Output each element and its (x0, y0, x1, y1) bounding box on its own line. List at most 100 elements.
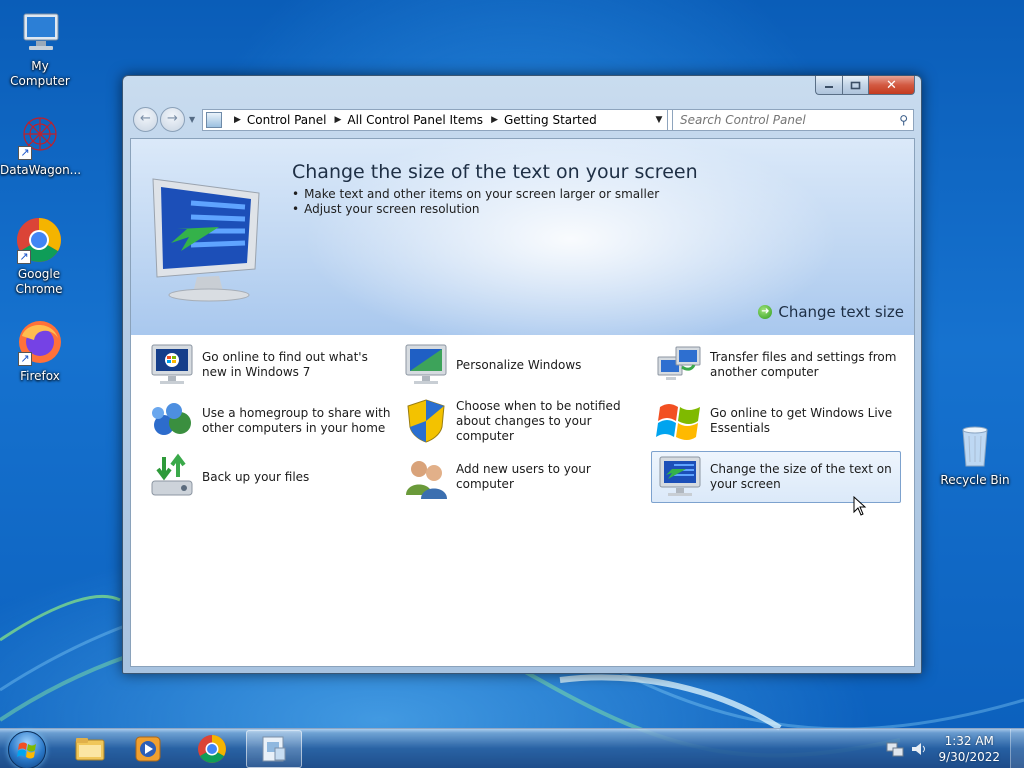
content-pane: Change the size of the text on your scre… (130, 138, 915, 667)
shortcut-arrow-icon: ↗ (17, 250, 31, 264)
transfer-computers-icon (657, 346, 701, 380)
windows-logo-icon (17, 742, 36, 759)
breadcrumb-all-items[interactable]: ▶ All Control Panel Items (327, 113, 484, 127)
task-transfer[interactable]: Transfer files and settings from another… (651, 339, 901, 391)
task-live-essentials[interactable]: Go online to get Windows Live Essentials (651, 395, 901, 447)
search-box: ⚲ (672, 109, 914, 131)
windows7-monitor-icon (151, 344, 193, 384)
desktop-icon-datawagon[interactable]: ↗ DataWagon... (0, 112, 82, 178)
breadcrumb-label: Getting Started (503, 113, 597, 127)
folder-icon (75, 738, 105, 761)
chrome-icon (198, 735, 226, 763)
desktop-icon-label: My Computer (10, 59, 70, 88)
task-whats-new[interactable]: Go online to find out what's new in Wind… (143, 339, 393, 391)
breadcrumb-arrow-icon: ▶ (491, 115, 498, 125)
close-icon: ✕ (886, 77, 897, 93)
backup-drive-icon (151, 453, 193, 496)
back-button[interactable]: ← (133, 107, 158, 132)
breadcrumb-label: Control Panel (246, 113, 327, 127)
clock[interactable]: 1:32 AM 9/30/2022 (938, 733, 1000, 765)
show-desktop-button[interactable] (1010, 729, 1024, 768)
control-panel-window: ✕ ← → ▼ ▶ Control Panel ▶ All Control Pane… (122, 75, 922, 674)
forward-arrow-icon: → (167, 111, 178, 126)
task-label: Use a homegroup to share with other comp… (202, 406, 391, 435)
firefox-icon: ↗ (16, 318, 64, 366)
close-button[interactable]: ✕ (869, 76, 915, 95)
back-arrow-icon: ← (140, 111, 151, 126)
desktop-icon-firefox[interactable]: ↗ Firefox (0, 318, 80, 384)
uac-shield-icon (407, 399, 445, 443)
task-notifications[interactable]: Choose when to be notified about changes… (397, 395, 647, 447)
banner-bullet: Adjust your screen resolution (292, 202, 659, 217)
taskbar: 1:32 AM 9/30/2022 (0, 728, 1024, 768)
task-label: Choose when to be notified about changes… (456, 398, 621, 443)
shortcut-arrow-icon: ↗ (18, 352, 32, 366)
network-icon[interactable] (886, 741, 904, 757)
task-label: Personalize Windows (456, 357, 582, 372)
task-label: Add new users to your computer (456, 462, 591, 491)
banner-bullets: Make text and other items on your screen… (292, 187, 659, 217)
desktop-icon-label: DataWagon... (0, 163, 82, 177)
change-text-size-link[interactable]: ➜ Change text size (758, 303, 904, 321)
task-add-users[interactable]: Add new users to your computer (397, 451, 647, 503)
breadcrumb-label: All Control Panel Items (347, 113, 484, 127)
media-player-icon (135, 736, 161, 762)
search-icon[interactable]: ⚲ (899, 113, 908, 127)
control-panel-icon (262, 736, 286, 762)
banner-bullet: Make text and other items on your screen… (292, 187, 659, 202)
taskbar-chrome[interactable] (184, 730, 240, 768)
window-controls: ✕ (815, 76, 915, 95)
personalize-monitor-icon (405, 344, 447, 384)
volume-icon[interactable] (910, 741, 928, 757)
task-personalize[interactable]: Personalize Windows (397, 339, 647, 391)
start-button[interactable] (8, 731, 46, 768)
text-size-monitor-icon (147, 173, 267, 306)
forward-button[interactable]: → (160, 107, 185, 132)
desktop-icon-label: Recycle Bin (940, 473, 1010, 487)
taskbar-explorer[interactable] (62, 730, 118, 768)
desktop-icon-recycle-bin[interactable]: Recycle Bin (935, 422, 1015, 488)
breadcrumb-control-panel[interactable]: ▶ Control Panel (226, 113, 327, 127)
mouse-cursor-icon (853, 496, 867, 516)
task-backup[interactable]: Back up your files (143, 451, 393, 503)
homegroup-icon (152, 403, 191, 435)
task-label: Back up your files (202, 469, 310, 484)
address-bar[interactable]: ▶ Control Panel ▶ All Control Panel Items … (202, 109, 668, 131)
minimize-button[interactable] (815, 76, 842, 95)
desktop-icon-label: Google Chrome (15, 267, 63, 296)
taskbar-control-panel[interactable] (246, 730, 302, 768)
windows-flag-icon (656, 404, 700, 440)
search-input[interactable] (680, 113, 885, 127)
datawagon-icon: ↗ (16, 112, 64, 160)
control-panel-icon (206, 112, 222, 128)
recycle-bin-icon (951, 422, 999, 470)
breadcrumb-getting-started[interactable]: ▶ Getting Started (483, 113, 597, 127)
breadcrumb-arrow-icon: ▶ (234, 115, 241, 125)
change-text-size-label: Change text size (778, 303, 904, 321)
banner-title: Change the size of the text on your scre… (292, 161, 698, 183)
task-label: Transfer files and settings from another… (710, 350, 897, 379)
clock-time: 1:32 AM (944, 734, 994, 748)
shortcut-arrow-icon: ↗ (18, 146, 32, 160)
task-label: Go online to find out what's new in Wind… (202, 350, 368, 379)
go-arrow-icon: ➜ (758, 305, 773, 319)
chrome-icon: ↗ (15, 216, 63, 264)
users-icon (406, 461, 447, 499)
breadcrumb-arrow-icon: ▶ (334, 115, 342, 125)
clock-date: 9/30/2022 (938, 750, 1000, 764)
recent-pages-dropdown[interactable]: ▼ (189, 115, 195, 124)
taskbar-media-player[interactable] (120, 730, 176, 768)
task-label: Go online to get Windows Live Essentials (710, 406, 893, 435)
desktop-icon-chrome[interactable]: ↗ Google Chrome (0, 216, 78, 297)
description-banner: Change the size of the text on your scre… (131, 139, 914, 335)
maximize-button[interactable] (842, 76, 869, 95)
computer-icon (16, 8, 64, 56)
navigation-toolbar: ← → ▼ ▶ Control Panel ▶ All Control Panel … (131, 106, 914, 133)
address-dropdown-icon[interactable]: ▼ (651, 115, 667, 125)
desktop-icon-label: Firefox (20, 369, 60, 383)
text-size-monitor-icon (659, 456, 701, 496)
task-label: Change the size of the text on your scre… (710, 462, 892, 491)
system-tray: 1:32 AM 9/30/2022 (886, 729, 1024, 768)
task-homegroup[interactable]: Use a homegroup to share with other comp… (143, 395, 393, 447)
desktop-icon-my-computer[interactable]: My Computer (0, 8, 80, 89)
